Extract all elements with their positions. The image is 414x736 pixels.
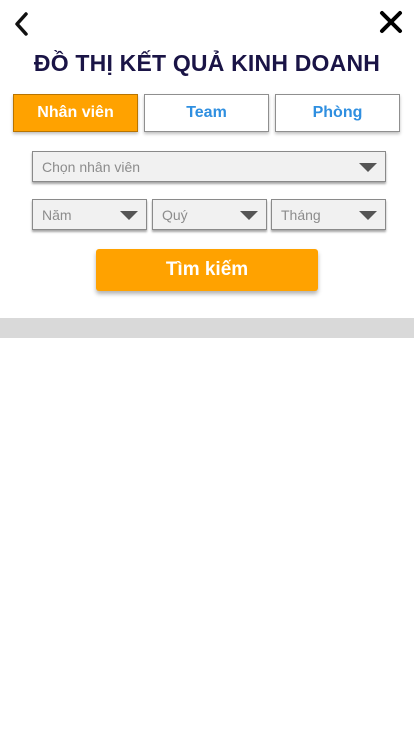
chevron-left-icon: [15, 12, 28, 36]
employee-select-value: Chọn nhân viên: [42, 158, 141, 175]
close-button[interactable]: [378, 9, 404, 35]
close-icon: [380, 11, 402, 33]
year-select[interactable]: Năm: [32, 199, 147, 230]
month-select-value: Tháng: [281, 206, 321, 223]
dropdown-arrow-icon: [359, 210, 377, 220]
tab-department[interactable]: Phòng: [275, 94, 400, 132]
quarter-select[interactable]: Quý: [152, 199, 267, 230]
tab-bar: Nhân viên Team Phòng: [13, 94, 400, 134]
chart-area-divider: [0, 318, 414, 338]
quarter-select-value: Quý: [162, 206, 188, 223]
search-button[interactable]: Tìm kiếm: [96, 249, 318, 291]
back-button[interactable]: [10, 10, 34, 38]
page-title: ĐỒ THỊ KẾT QUẢ KINH DOANH: [33, 50, 381, 76]
employee-select[interactable]: Chọn nhân viên: [32, 151, 386, 182]
year-select-value: Năm: [42, 206, 72, 223]
dropdown-arrow-icon: [359, 162, 377, 172]
dropdown-arrow-icon: [240, 210, 258, 220]
tab-employee[interactable]: Nhân viên: [13, 94, 138, 132]
month-select[interactable]: Tháng: [271, 199, 386, 230]
dropdown-arrow-icon: [120, 210, 138, 220]
tab-team[interactable]: Team: [144, 94, 269, 132]
